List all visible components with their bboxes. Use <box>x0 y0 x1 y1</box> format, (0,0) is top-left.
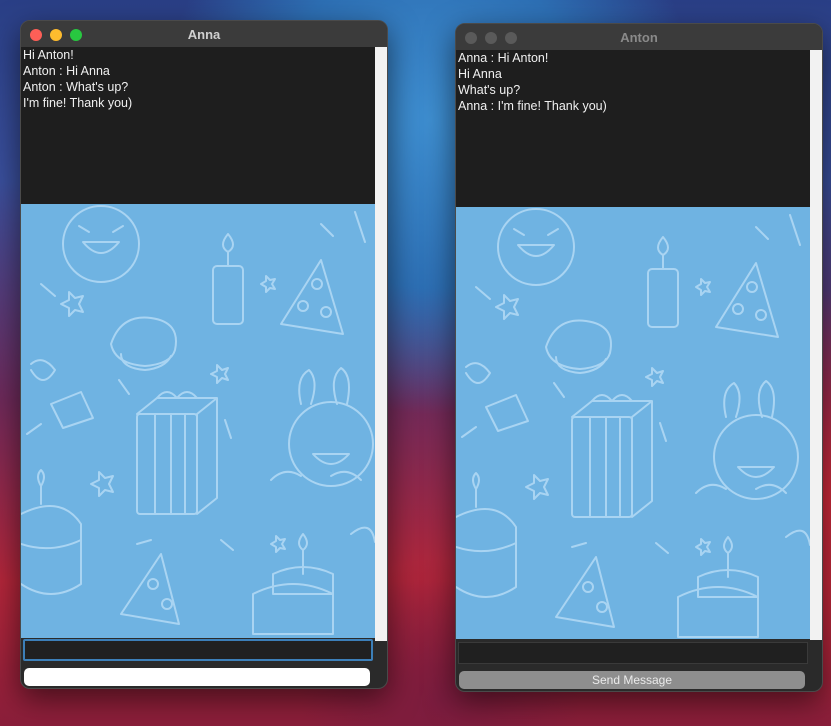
minimize-window-button[interactable] <box>485 32 497 44</box>
message-line: Anna : I'm fine! Thank you) <box>458 99 607 113</box>
close-window-button[interactable] <box>30 29 42 41</box>
title-bar[interactable]: Anna <box>21 21 387 48</box>
party-doodle-pattern <box>21 205 375 635</box>
anton-chat-window: Anton Anna : Hi Anton! Hi Anna What's up… <box>455 23 823 692</box>
message-line: I'm fine! Thank you) <box>23 96 133 110</box>
window-title: Anton <box>620 29 658 45</box>
message-line: Anton : What's up? <box>23 80 129 94</box>
message-input[interactable] <box>458 642 808 664</box>
close-window-button[interactable] <box>465 32 477 44</box>
send-message-button[interactable]: Send Message <box>459 671 805 689</box>
message-line: Anna : Hi Anton! <box>458 51 549 65</box>
message-line: Anton : Hi Anna <box>23 64 110 78</box>
message-history[interactable]: Hi Anton! Anton : Hi Anna Anton : What's… <box>21 47 375 204</box>
maximize-window-button[interactable] <box>505 32 517 44</box>
send-button-label: Send Message <box>591 673 673 687</box>
party-doodle-pattern <box>456 208 810 638</box>
anna-chat-window: Anna Hi Anton! Anton : Hi Anna Anton : W… <box>20 20 388 689</box>
title-bar[interactable]: Anton <box>456 24 822 51</box>
right-edge-panel <box>810 50 822 640</box>
maximize-window-button[interactable] <box>70 29 82 41</box>
message-line: Hi Anton! <box>23 48 74 62</box>
send-message-button[interactable] <box>24 668 370 686</box>
chat-wallpaper <box>21 204 375 638</box>
message-line: What's up? <box>458 83 521 97</box>
message-history[interactable]: Anna : Hi Anton! Hi Anna What's up? Anna… <box>456 50 810 207</box>
window-title: Anna <box>187 26 221 42</box>
chat-wallpaper <box>456 207 810 639</box>
right-edge-panel <box>375 47 387 641</box>
message-line: Hi Anna <box>458 67 502 81</box>
minimize-window-button[interactable] <box>50 29 62 41</box>
message-input[interactable] <box>23 639 373 661</box>
